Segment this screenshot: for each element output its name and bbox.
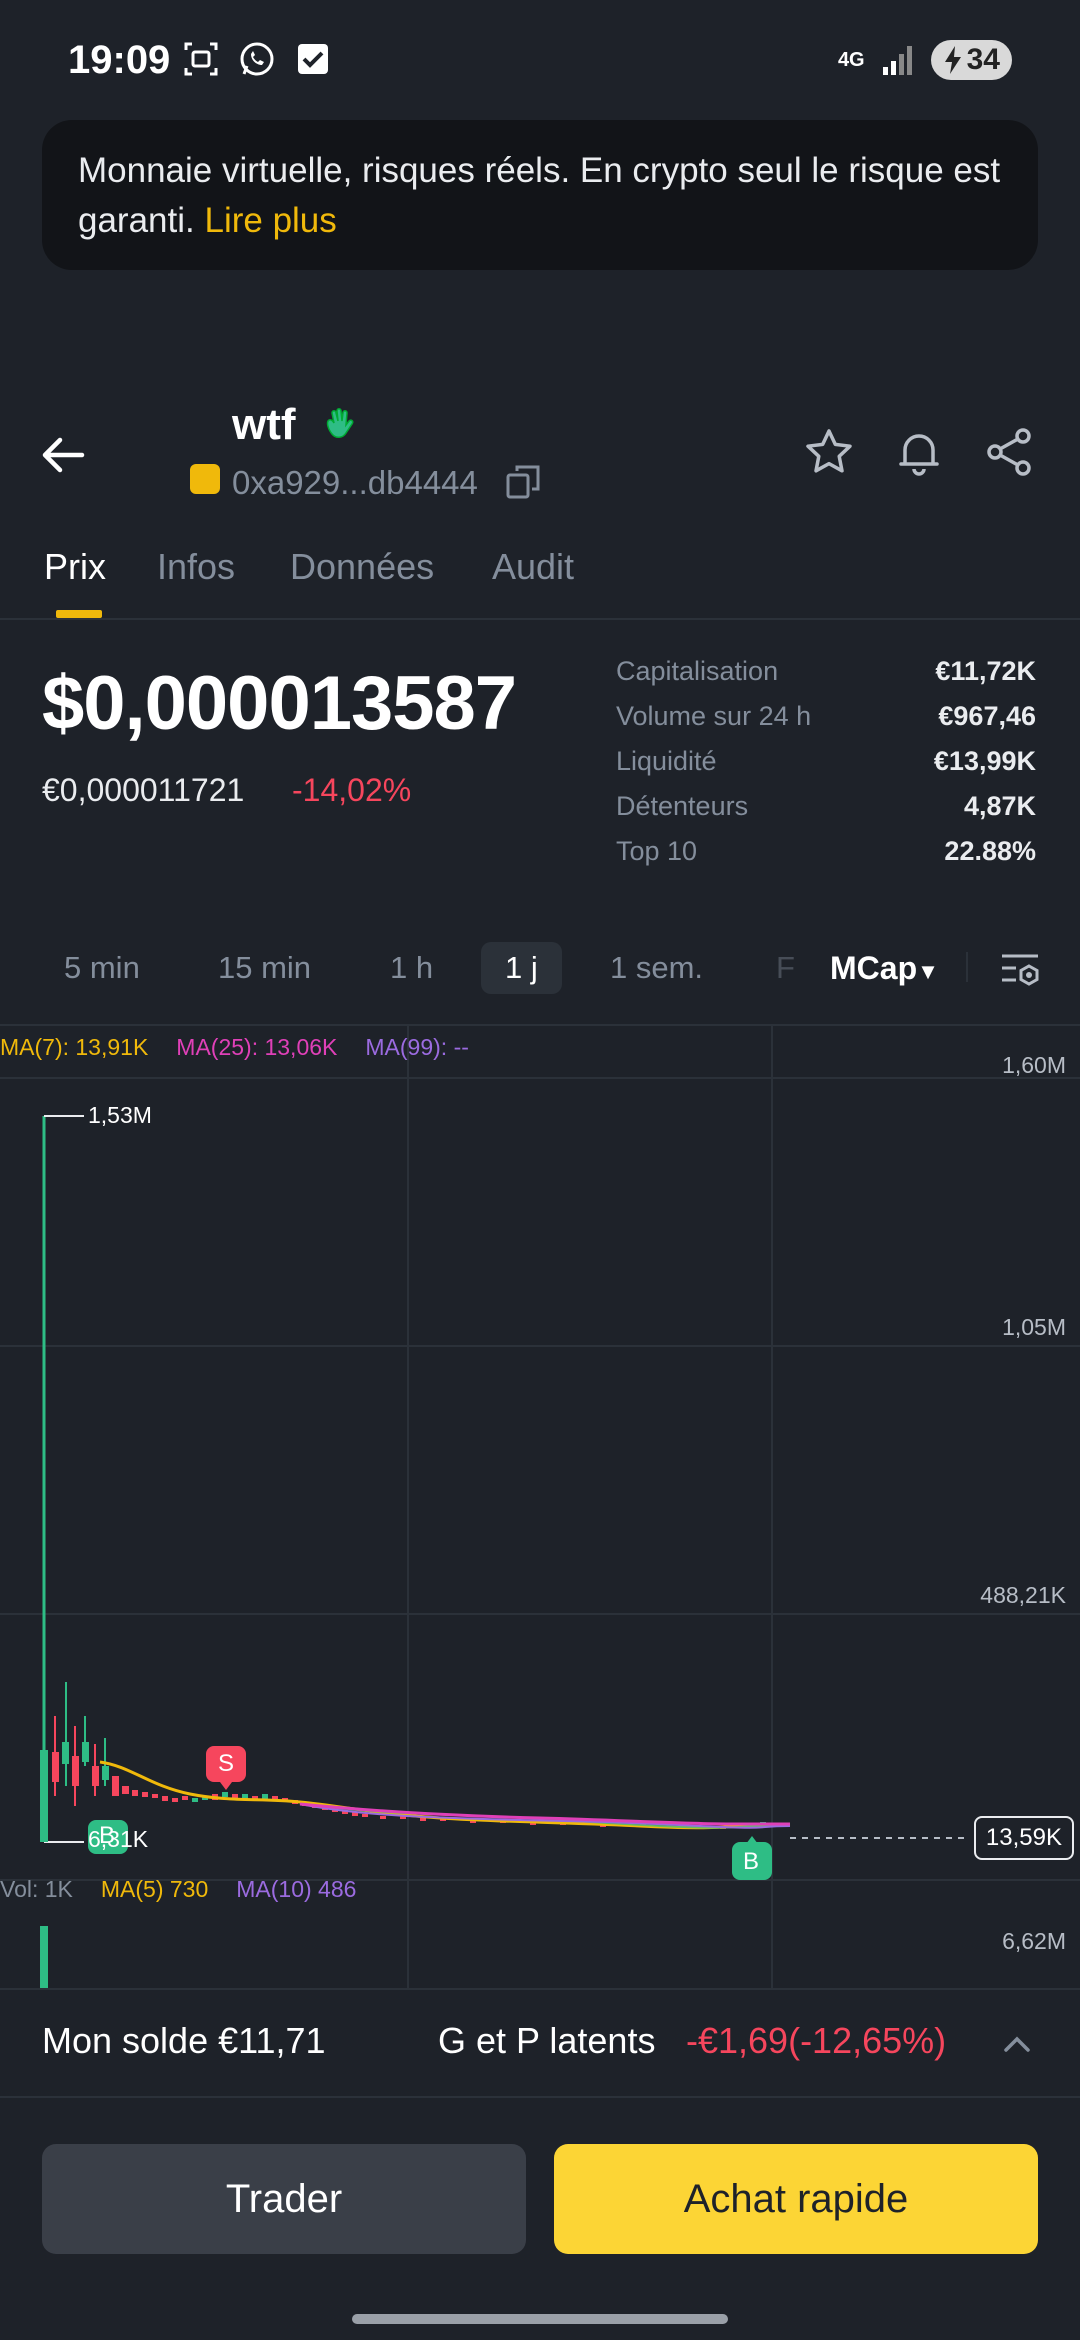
volume-legend: Vol: 1K MA(5) 730 MA(10) 486 (0, 1876, 356, 1903)
checkbox-notification-icon (294, 40, 332, 78)
chart-canvas (0, 1026, 1080, 1990)
waving-hand-icon (326, 408, 354, 438)
stat-row: Volume sur 24 h €967,46 (616, 701, 1036, 746)
ma25-legend: MA(25): 13,06K (176, 1034, 338, 1060)
stat-label: Liquidité (616, 746, 717, 776)
stat-label: Volume sur 24 h (616, 701, 812, 731)
charging-icon (944, 46, 961, 74)
read-more-link[interactable]: Lire plus (204, 201, 336, 240)
detail-tabs: Prix Infos Données Audit (0, 540, 1080, 620)
low-price-label: 6,31K (88, 1826, 149, 1852)
my-balance: Mon solde €11,71 (42, 2020, 326, 2061)
stat-row: Détenteurs 4,87K (616, 791, 1036, 836)
stat-label: Capitalisation (616, 656, 779, 686)
status-time: 19:09 (68, 38, 171, 82)
risk-banner: Monnaie virtuelle, risques réels. En cry… (42, 120, 1038, 270)
stat-value: €13,99K (933, 746, 1036, 776)
stat-value: €967,46 (938, 701, 1036, 731)
interval-selector: 5 min 15 min 1 h 1 j 1 sem. F MCap▼ (0, 930, 1080, 1010)
volume-bar (40, 1926, 48, 1990)
buy-marker-label: B (743, 1848, 760, 1875)
stat-value: €11,72K (935, 656, 1036, 686)
back-arrow-icon[interactable] (38, 430, 88, 480)
copy-icon[interactable] (505, 464, 541, 500)
bell-icon[interactable] (893, 426, 945, 478)
screenshot-icon (182, 40, 220, 78)
unrealized-pnl-label: G et P latents (438, 2020, 656, 2061)
tab-donnees[interactable]: Données (290, 546, 434, 588)
tab-prix[interactable]: Prix (44, 546, 106, 588)
price-chart[interactable]: MA(7): 13,91K MA(25): 13,06K MA(99): -- … (0, 1024, 1080, 1990)
network-label: 4G (837, 49, 865, 71)
stat-value: 4,87K (963, 791, 1036, 821)
current-price-tag: 13,59K (973, 1816, 1074, 1860)
price-usd: $0,000013587 (42, 661, 517, 746)
interval-5min[interactable]: 5 min (64, 950, 140, 986)
token-header: wtf 0xa929...db4444 (0, 380, 1080, 520)
home-indicator[interactable] (352, 2314, 728, 2324)
high-price-label: 1,53M (88, 1102, 152, 1128)
notification-icons (182, 40, 332, 78)
stat-row: Top 10 22.88% (616, 836, 1036, 881)
tab-audit[interactable]: Audit (492, 546, 574, 588)
share-icon[interactable] (983, 426, 1035, 478)
chart-grid (0, 1026, 1080, 1990)
stat-row: Capitalisation €11,72K (616, 656, 1036, 701)
star-icon[interactable] (803, 426, 855, 478)
battery-level: 34 (966, 43, 1000, 76)
quick-buy-button[interactable]: Achat rapide (554, 2144, 1038, 2254)
ma99-legend: MA(99): -- (365, 1034, 469, 1060)
token-name: wtf (232, 400, 296, 449)
ma-legend: MA(7): 13,91K MA(25): 13,06K MA(99): -- (0, 1034, 469, 1061)
status-right: 4G 34 (838, 40, 1012, 80)
divider (966, 952, 968, 982)
y-axis-label: 1,60M (1002, 1052, 1066, 1078)
token-stats: Capitalisation €11,72K Volume sur 24 h €96… (616, 656, 1036, 881)
price-change: -14,02% (292, 772, 412, 808)
candle-body (40, 1750, 48, 1842)
trade-button[interactable]: Trader (42, 2144, 526, 2254)
volume-axis-label: 6,62M (1002, 1928, 1066, 1954)
battery-indicator: 34 (930, 40, 1012, 80)
mcap-label: MCap (830, 950, 918, 986)
chevron-up-icon[interactable] (1000, 2028, 1034, 2062)
unrealized-pnl-value: -€1,69(-12,65%) (686, 2020, 947, 2061)
interval-1w[interactable]: 1 sem. (610, 950, 703, 986)
stat-label: Top 10 (616, 836, 698, 866)
active-tab-indicator (56, 610, 102, 618)
y-axis-label: 1,05M (1002, 1314, 1066, 1340)
interval-15min[interactable]: 15 min (218, 950, 311, 986)
interval-1d[interactable]: 1 j (481, 942, 562, 994)
bnb-chain-icon (190, 464, 220, 494)
contract-address: 0xa929...db4444 (232, 464, 478, 501)
whatsapp-icon (238, 40, 276, 78)
signal-icon (882, 46, 912, 75)
vol-ma5-legend: MA(5) 730 (100, 1876, 209, 1902)
price-eur: €0,000011721 (42, 772, 245, 808)
dropdown-triangle-icon: ▼ (917, 959, 939, 984)
interval-1h[interactable]: 1 h (390, 950, 433, 986)
status-bar: 19:09 4G 34 (0, 0, 1080, 120)
vol-ma10-legend: MA(10) 486 (236, 1876, 357, 1902)
balance-bar[interactable]: Mon solde €11,71 G et P latents -€1,69(-… (0, 1988, 1080, 2098)
ma7-legend: MA(7): 13,91K (0, 1034, 149, 1060)
stat-label: Détenteurs (616, 791, 749, 821)
mcap-dropdown[interactable]: MCap▼ (830, 950, 939, 987)
stat-row: Liquidité €13,99K (616, 746, 1036, 791)
stat-value: 22.88% (944, 836, 1036, 866)
sell-marker-label: S (218, 1750, 235, 1777)
chart-settings-icon[interactable] (998, 948, 1042, 992)
vol-legend: Vol: 1K (0, 1876, 73, 1902)
buy-marker-label: B (99, 1822, 116, 1849)
tab-infos[interactable]: Infos (157, 546, 235, 588)
y-axis-label: 488,21K (980, 1582, 1066, 1608)
interval-more[interactable]: F (776, 950, 795, 986)
